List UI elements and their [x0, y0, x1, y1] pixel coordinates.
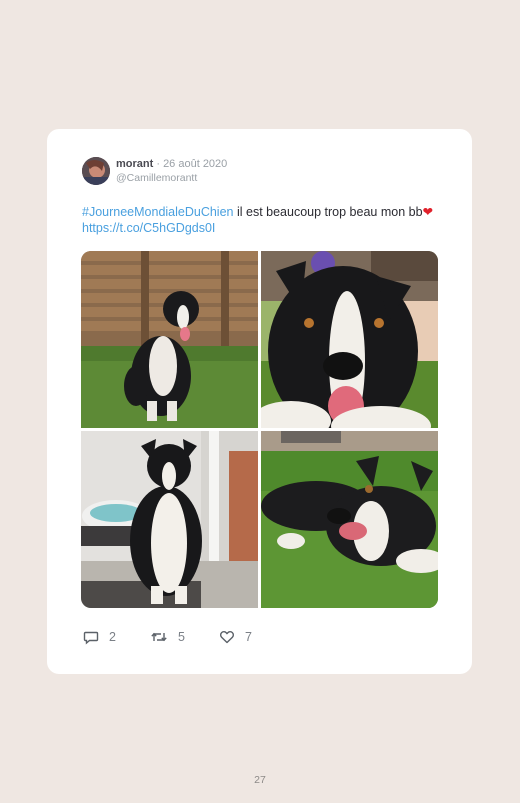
retweet-icon	[151, 632, 167, 642]
reply-count: 2	[109, 630, 116, 644]
reply-icon	[83, 631, 99, 645]
retweet-count: 5	[178, 630, 185, 644]
author-handle[interactable]: @Camillemorantt	[116, 172, 197, 184]
heart-icon	[220, 631, 234, 644]
dog-photo-lying-grass[interactable]	[261, 431, 438, 608]
author-line: morant · 26 août 2020	[116, 158, 227, 170]
author-name[interactable]: morant	[116, 158, 153, 170]
tweet-card: morant · 26 août 2020 @Camillemorantt #J…	[47, 129, 472, 674]
tweet-body: il est beaucoup trop beau mon bb	[233, 205, 423, 219]
media-grid	[81, 251, 438, 608]
tweet-url-link[interactable]: https://t.co/C5hGDgds0I	[82, 221, 215, 235]
dog-photo-closeup[interactable]	[261, 251, 438, 428]
dog-photo-indoors-bed[interactable]	[81, 431, 258, 608]
tweet-actions: 2 5 7	[83, 627, 383, 647]
like-count: 7	[245, 630, 252, 644]
retweet-button[interactable]: 5	[150, 627, 185, 647]
tweet-text: #JourneeMondialeDuChien il est beaucoup …	[82, 204, 442, 236]
dog-photo-garden-fence[interactable]	[81, 251, 258, 428]
tweet-date[interactable]: 26 août 2020	[163, 158, 227, 170]
avatar[interactable]	[82, 157, 110, 185]
heart-emoji: ❤	[422, 205, 434, 219]
hashtag-link[interactable]: #JourneeMondialeDuChien	[82, 205, 234, 219]
reply-button[interactable]: 2	[83, 627, 116, 647]
separator: ·	[153, 158, 164, 170]
tweet-header: morant · 26 août 2020 @Camillemorantt	[82, 157, 442, 187]
page-number: 27	[254, 774, 266, 786]
like-button[interactable]: 7	[219, 627, 252, 647]
